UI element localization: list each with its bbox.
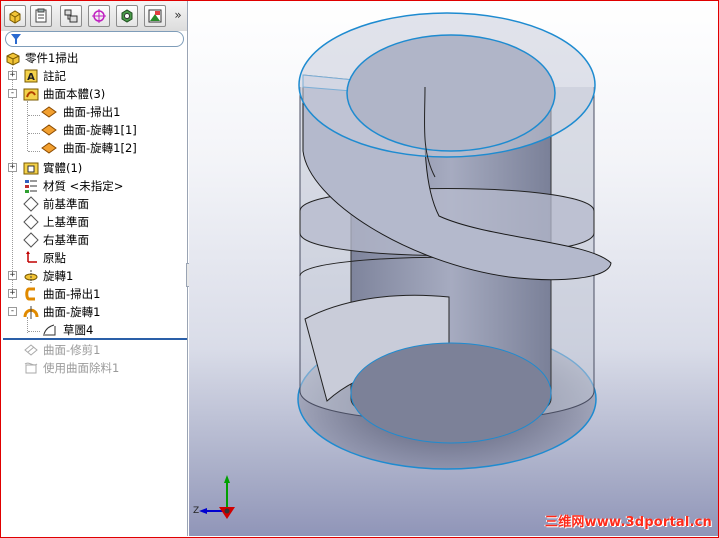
tree-item-label: 曲面-旋轉1: [43, 305, 101, 319]
collapse-toggle[interactable]: -: [8, 89, 17, 98]
tree-item-label: 原點: [43, 251, 66, 265]
top-ring-inner: [346, 34, 556, 152]
appearance-tab[interactable]: [144, 5, 166, 27]
material-icon: [25, 180, 37, 193]
tree-item-solid-bodies[interactable]: + 實體(1): [1, 159, 187, 177]
annotation-icon: A: [24, 69, 38, 83]
feature-tree-icon: [9, 10, 21, 24]
watermark: 三维网www.3dportal.cn: [544, 515, 712, 530]
display-manager-tab[interactable]: [116, 5, 138, 27]
tree-item-surface-bodies[interactable]: - 曲面本體(3): [1, 85, 187, 103]
tree-item-label: 使用曲面除料1: [43, 361, 120, 375]
tree-item-label: 材質 <未指定>: [43, 179, 124, 193]
tree-item-front-plane[interactable]: 前基準面: [1, 195, 187, 213]
plane-icon: [23, 232, 39, 248]
panel-tab-bar: »: [1, 1, 187, 31]
surface-cut-icon: [24, 362, 38, 374]
part-icon: [6, 52, 20, 66]
filter-icon: [11, 34, 21, 44]
tree-item-surface-cut1[interactable]: 使用曲面除料1: [1, 359, 187, 377]
tree-filter-input[interactable]: [5, 31, 184, 47]
tree-item-right-plane[interactable]: 右基準面: [1, 231, 187, 249]
expand-toggle[interactable]: +: [8, 271, 17, 280]
tree-item-surface-revolve-body-1[interactable]: 曲面-旋轉1[1]: [1, 121, 187, 139]
surface-sweep-icon: [25, 287, 35, 301]
tree-item-label: 曲面-掃出1: [63, 105, 121, 119]
feature-manager-tab[interactable]: [4, 5, 26, 27]
tree-item-surface-revolve-body-2[interactable]: 曲面-旋轉1[2]: [1, 139, 187, 157]
tree-item-sketch4[interactable]: 草圖4: [1, 321, 187, 339]
surface-body-icon: [41, 142, 57, 154]
tree-item-surface-sweep1[interactable]: + 曲面-掃出1: [1, 285, 187, 303]
surface-body-icon: [41, 106, 57, 118]
display-icon: [121, 9, 133, 23]
orientation-triad[interactable]: Z: [193, 475, 235, 519]
tree-item-label: 右基準面: [43, 233, 89, 247]
property-manager-tab[interactable]: [30, 5, 52, 27]
tree-item-revolve1[interactable]: + 旋轉1: [1, 267, 187, 285]
tree-item-label: 曲面-旋轉1[2]: [63, 141, 137, 155]
sketch-icon: [43, 324, 56, 336]
expand-toggle[interactable]: +: [8, 289, 17, 298]
tree-item-surface-revolve1[interactable]: - 曲面-旋轉1: [1, 303, 187, 321]
more-tabs-button[interactable]: »: [172, 8, 184, 22]
surface-body-icon: [41, 124, 57, 136]
tree-item-label: 曲面-旋轉1[1]: [63, 123, 137, 137]
origin-icon: [26, 251, 37, 263]
expand-toggle[interactable]: +: [8, 71, 17, 80]
model-3d-view[interactable]: Z: [189, 1, 718, 536]
target-icon: [92, 9, 106, 23]
expand-toggle[interactable]: +: [8, 163, 17, 172]
z-axis-label: Z: [193, 506, 199, 516]
tree-item-label: 上基準面: [43, 215, 89, 229]
rollback-bar[interactable]: [3, 338, 187, 340]
tree-item-label: 曲面-掃出1: [43, 287, 101, 301]
collapse-toggle[interactable]: -: [8, 307, 17, 316]
bottom-ring-inner: [350, 342, 552, 444]
tree-item-label: 曲面本體(3): [43, 87, 106, 101]
dimxpert-tab[interactable]: [88, 5, 110, 27]
revolve-icon: [24, 270, 38, 283]
tree-item-label: 註記: [43, 69, 66, 83]
tree-item-material[interactable]: 材質 <未指定>: [1, 177, 187, 195]
plane-icon: [23, 214, 39, 230]
tree-item-label: 曲面-修剪1: [43, 343, 101, 357]
plane-icon: [23, 196, 39, 212]
tree-item-surface-sweep-body[interactable]: 曲面-掃出1: [1, 103, 187, 121]
tree-item-surface-trim1[interactable]: 曲面-修剪1: [1, 341, 187, 359]
tree-item-label: 草圖4: [63, 323, 94, 337]
tree-item-top-plane[interactable]: 上基準面: [1, 213, 187, 231]
tree-item-part[interactable]: 零件1掃出: [1, 49, 187, 67]
svg-text:A: A: [27, 72, 35, 83]
tree-item-label: 零件1掃出: [25, 51, 79, 65]
graphics-viewport[interactable]: Z 三维网www.3dportal.cn: [189, 1, 718, 536]
surface-trim-icon: [24, 344, 38, 356]
feature-manager-panel: » 零件1掃出 + A 註記 - 曲面本體(3) 曲面-掃出1 曲面-旋轉1[1…: [1, 1, 188, 536]
appearance-icon: [148, 9, 162, 23]
surface-bodies-icon: [23, 88, 39, 101]
tree-item-label: 實體(1): [43, 161, 83, 175]
property-icon: [35, 8, 47, 23]
surface-revolve-icon: [23, 306, 39, 319]
tree-item-label: 旋轉1: [43, 269, 74, 283]
solid-bodies-icon: [23, 162, 39, 175]
tree-item-annotations[interactable]: + A 註記: [1, 67, 187, 85]
configuration-icon: [64, 9, 78, 23]
tree-item-label: 前基準面: [43, 197, 89, 211]
tree-item-origin[interactable]: 原點: [1, 249, 187, 267]
configuration-manager-tab[interactable]: [60, 5, 82, 27]
